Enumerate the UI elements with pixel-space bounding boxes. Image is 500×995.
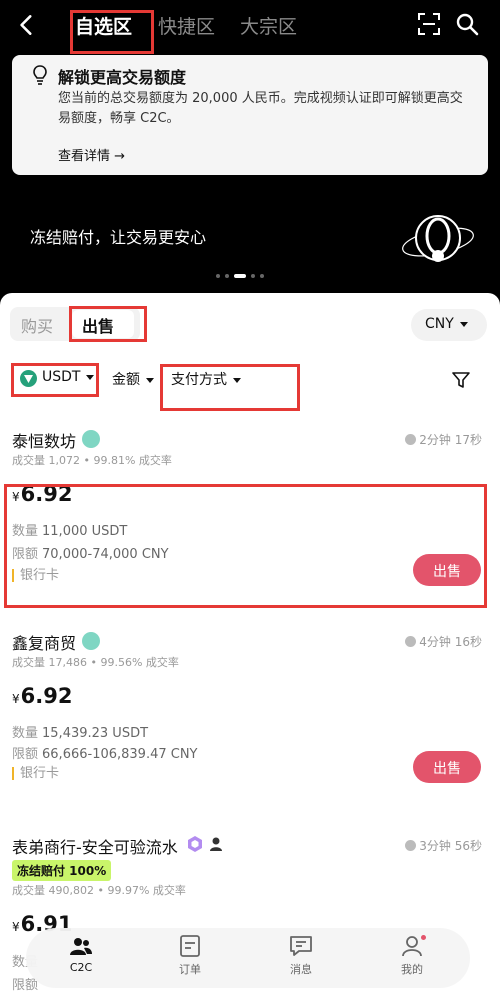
limit-row: 限额 66,666-106,839.47 CNY	[12, 743, 198, 762]
payment-method: 银行卡	[12, 569, 59, 582]
view-details-link[interactable]: 查看详情 →	[58, 145, 125, 164]
chevron-down-icon	[86, 374, 95, 380]
verified-star-icon	[82, 632, 100, 650]
notification-dot	[421, 935, 426, 940]
limit-label: 限额	[12, 747, 39, 762]
usdt-coin-icon	[20, 370, 37, 387]
payment-filter-label: 支付方式	[171, 372, 227, 388]
timer-label: 3分钟 56秒	[419, 839, 482, 853]
payment-timer: 2分钟 17秒	[405, 431, 482, 448]
limit-value: 66,666-106,839.47 CNY	[42, 747, 198, 762]
filter-bar: USDT 金额 支付方式	[0, 363, 500, 393]
buy-tab[interactable]: 购买	[21, 313, 53, 337]
limit-label: 限额	[12, 547, 39, 562]
coin-filter[interactable]: USDT	[42, 369, 95, 385]
user-group-icon	[70, 938, 92, 955]
payment-timer: 3分钟 56秒	[405, 837, 482, 854]
clock-icon	[405, 840, 417, 851]
timer-label: 2分钟 17秒	[419, 433, 482, 447]
filter-funnel-icon[interactable]	[452, 371, 470, 389]
nav-label: 订单	[179, 963, 201, 976]
currency-symbol: ¥	[12, 490, 20, 504]
price: ¥6.92	[12, 684, 72, 708]
sell-tab[interactable]: 出售	[72, 310, 134, 338]
banner-pagination	[216, 274, 264, 278]
quantity-label: 数量	[12, 726, 39, 741]
merchant-stats: 成交量 490,802 • 99.97% 成交率	[12, 884, 186, 897]
bottom-nav: C2C 订单 消息 我的	[26, 928, 470, 988]
merchant-name[interactable]: 泰恒数坊	[12, 428, 76, 452]
nav-orders[interactable]: 订单	[160, 934, 220, 977]
merchant-stats: 成交量 1,072 • 99.81% 成交率	[12, 454, 172, 467]
quantity-label: 数量	[12, 524, 39, 539]
clock-icon	[405, 636, 417, 647]
tab-self-select[interactable]: 自选区	[75, 12, 132, 39]
search-icon[interactable]	[455, 12, 479, 36]
planet-illustration-icon	[402, 215, 474, 262]
user-badge-icon	[210, 837, 222, 851]
nav-label: 我的	[401, 963, 423, 976]
buy-sell-toggle: 购买 出售	[10, 307, 140, 341]
chevron-down-icon	[459, 321, 468, 327]
quantity-row: 数量 15,439.23 USDT	[12, 722, 148, 741]
quantity-row: 数量 11,000 USDT	[12, 520, 127, 539]
merchant-name[interactable]: 表弟商行-安全可验流水	[12, 834, 178, 858]
freeze-compensation-tag: 冻结赔付 100%	[12, 860, 112, 881]
orders-icon	[180, 935, 200, 957]
quantity-value: 11,000 USDT	[42, 524, 128, 539]
notice-body: 您当前的总交易额度为 20,000 人民币。完成视频认证即可解锁更高交易额度，畅…	[58, 91, 463, 126]
timer-label: 4分钟 16秒	[419, 635, 482, 649]
price-value: 6.92	[20, 482, 73, 506]
hexagon-badge-icon	[188, 836, 202, 852]
amount-filter-label: 金额	[112, 372, 140, 388]
pagination-dot-active[interactable]	[234, 274, 246, 278]
coin-filter-label: USDT	[42, 369, 81, 385]
nav-profile[interactable]: 我的	[382, 934, 442, 977]
trade-sheet: 购买 出售 CNY USDT 金额 支付方式 泰恒数坊 2分钟 17秒 成交量 …	[0, 293, 500, 995]
pagination-dot[interactable]	[216, 274, 220, 278]
banner-text[interactable]: 冻结赔付，让交易更安心	[30, 224, 206, 248]
amount-filter[interactable]: 金额	[112, 369, 154, 389]
tab-bulk[interactable]: 大宗区	[240, 12, 297, 39]
limit-value: 70,000-74,000 CNY	[42, 547, 169, 562]
top-header: 自选区 快捷区 大宗区 解锁更高交易额度 您当前的总交易额度为 20,000 人…	[0, 0, 500, 295]
chevron-down-icon	[233, 377, 241, 383]
scan-icon[interactable]	[418, 13, 440, 35]
top-nav: 自选区 快捷区 大宗区	[0, 0, 500, 52]
price-value: 6.92	[20, 684, 73, 708]
sell-button[interactable]: 出售	[413, 751, 481, 783]
message-icon	[290, 936, 312, 956]
sell-button[interactable]: 出售	[413, 554, 481, 586]
limit-row: 限额 70,000-74,000 CNY	[12, 543, 169, 562]
merchant-name[interactable]: 鑫复商贸	[12, 630, 76, 654]
pagination-dot[interactable]	[251, 274, 255, 278]
merchant-listing: 泰恒数坊 2分钟 17秒 成交量 1,072 • 99.81% 成交率 ¥6.9…	[0, 428, 500, 608]
merchant-listing: 鑫复商贸 4分钟 16秒 成交量 17,486 • 99.56% 成交率 ¥6.…	[0, 630, 500, 810]
tab-quick[interactable]: 快捷区	[158, 12, 215, 39]
pagination-dot[interactable]	[225, 274, 229, 278]
currency-label: CNY	[425, 316, 454, 332]
lightbulb-icon	[33, 65, 47, 85]
payment-method: 银行卡	[12, 767, 59, 780]
payment-filter[interactable]: 支付方式	[171, 369, 241, 389]
pagination-dot[interactable]	[260, 274, 264, 278]
nav-label: 消息	[290, 963, 312, 976]
nav-label: C2C	[69, 961, 93, 974]
nav-messages[interactable]: 消息	[271, 934, 331, 977]
limit-notice-card: 解锁更高交易额度 您当前的总交易额度为 20,000 人民币。完成视频认证即可解…	[12, 55, 488, 175]
notice-title: 解锁更高交易额度	[58, 68, 187, 87]
currency-selector[interactable]: CNY	[411, 309, 487, 341]
currency-symbol: ¥	[12, 692, 20, 706]
quantity-value: 15,439.23 USDT	[42, 726, 149, 741]
payment-timer: 4分钟 16秒	[405, 633, 482, 650]
merchant-stats: 成交量 17,486 • 99.56% 成交率	[12, 656, 179, 669]
limit-label: 限额	[12, 978, 39, 993]
price: ¥6.92	[12, 482, 72, 506]
back-arrow-icon[interactable]	[14, 12, 40, 38]
verified-star-icon	[82, 430, 100, 448]
nav-c2c[interactable]: C2C	[51, 934, 111, 974]
currency-symbol: ¥	[12, 920, 20, 934]
chevron-down-icon	[146, 377, 154, 383]
clock-icon	[405, 434, 417, 445]
